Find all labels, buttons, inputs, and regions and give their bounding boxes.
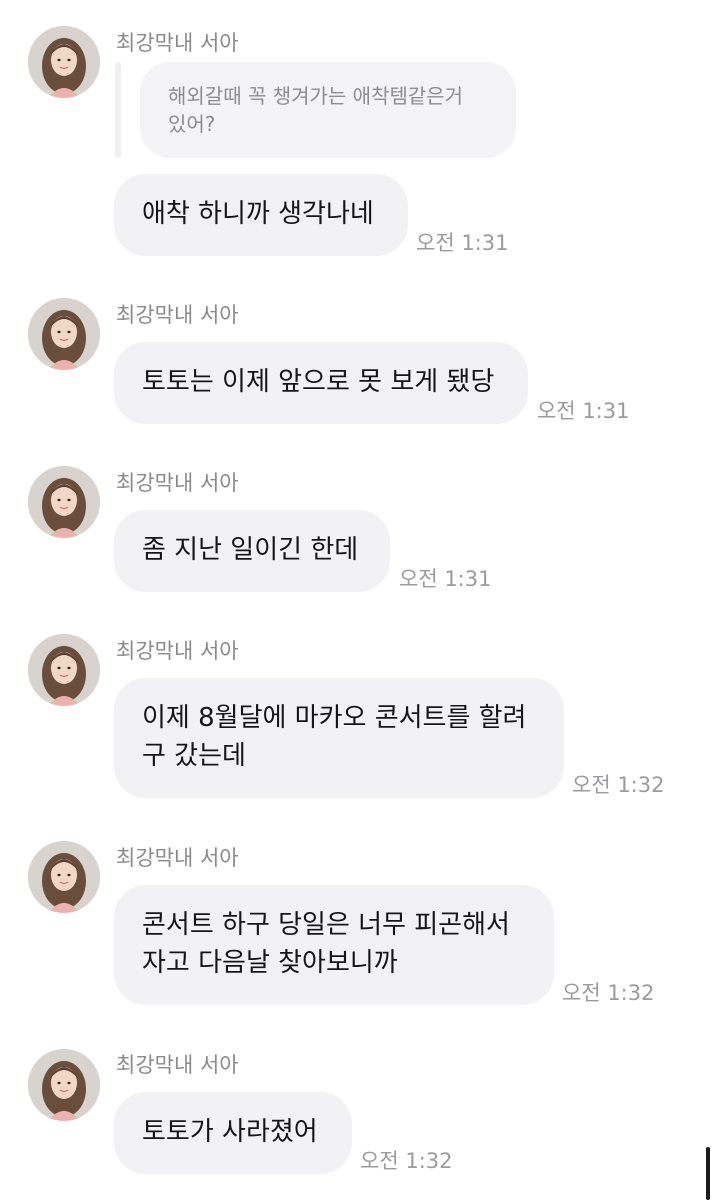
sender-name: 최강막내 서아 (116, 846, 239, 870)
sender-avatar[interactable] (28, 634, 100, 706)
sender-name: 최강막내 서아 (116, 1053, 239, 1077)
message-time: 오전 1:31 (399, 567, 492, 591)
profile-photo-icon (28, 1049, 100, 1121)
reply-quote[interactable]: 해외갈때 꼭 챙겨가는 애착템같은거 있어? (140, 62, 516, 158)
sender-avatar[interactable] (28, 466, 100, 538)
message-time: 오전 1:31 (416, 231, 509, 255)
profile-photo-icon (28, 298, 100, 370)
message-time: 오전 1:31 (537, 399, 630, 423)
message-time: 오전 1:32 (572, 773, 665, 797)
sender-name: 최강막내 서아 (116, 31, 239, 55)
sender-name: 최강막내 서아 (116, 471, 239, 495)
profile-photo-icon (28, 466, 100, 538)
sender-avatar[interactable] (28, 1049, 100, 1121)
sender-avatar[interactable] (28, 841, 100, 913)
message-bubble[interactable]: 좀 지난 일이긴 한데 (114, 510, 390, 592)
message-bubble[interactable]: 토토는 이제 앞으로 못 보게 됐당 (114, 342, 528, 424)
message-time: 오전 1:32 (360, 1149, 453, 1173)
profile-photo-icon (28, 634, 100, 706)
message-bubble[interactable]: 토토가 사라졌어 (114, 1092, 352, 1174)
profile-photo-icon (28, 26, 100, 98)
message-bubble[interactable]: 이제 8월달에 마카오 콘서트를 할려 구 갔는데 (114, 678, 564, 798)
sender-name: 최강막내 서아 (116, 303, 239, 327)
message-bubble[interactable]: 콘서트 하구 당일은 너무 피곤해서 자고 다음날 찾아보니까 (114, 885, 554, 1005)
message-bubble[interactable]: 애착 하니까 생각나네 (114, 174, 408, 256)
sender-name: 최강막내 서아 (116, 639, 239, 663)
sender-avatar[interactable] (28, 26, 100, 98)
sender-avatar[interactable] (28, 298, 100, 370)
reply-quote-bar (115, 62, 121, 158)
scroll-indicator[interactable] (706, 1147, 710, 1200)
profile-photo-icon (28, 841, 100, 913)
message-time: 오전 1:32 (562, 981, 655, 1005)
